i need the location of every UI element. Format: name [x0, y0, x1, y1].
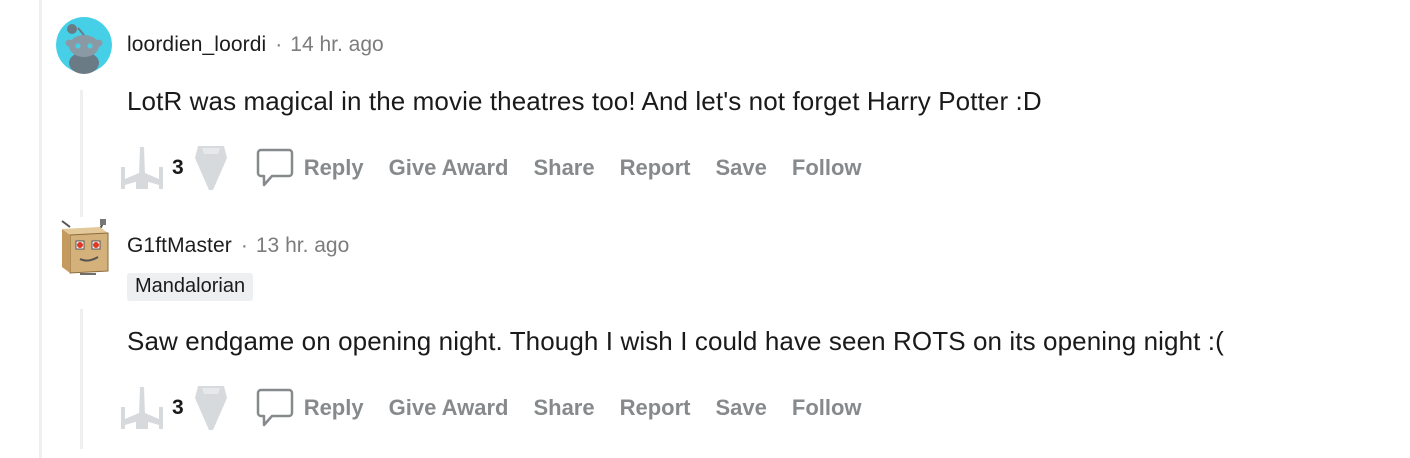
comment-bubble-icon[interactable] [256, 148, 294, 188]
upvote-icon[interactable] [120, 385, 164, 431]
reply-button[interactable]: Reply [304, 155, 364, 181]
box-robot-avatar-icon [61, 219, 109, 275]
give-award-button[interactable]: Give Award [389, 395, 509, 421]
downvote-icon[interactable] [194, 384, 228, 432]
report-button[interactable]: Report [620, 395, 691, 421]
timestamp[interactable]: 14 hr. ago [290, 33, 383, 57]
timestamp[interactable]: 13 hr. ago [256, 234, 349, 258]
comment-bubble-icon[interactable] [256, 388, 294, 428]
thread-line[interactable] [39, 0, 42, 458]
user-flair: Mandalorian [127, 273, 254, 301]
follow-button[interactable]: Follow [792, 395, 862, 421]
report-button[interactable]: Report [620, 155, 691, 181]
comment-indent-line[interactable] [80, 90, 83, 217]
avatar[interactable] [56, 217, 112, 275]
comment-indent-line[interactable] [80, 309, 83, 449]
separator-dot: · [240, 234, 248, 257]
save-button[interactable]: Save [716, 155, 767, 181]
comment-actions: 3 Reply Give Award Share Report Save Fol… [120, 143, 887, 193]
downvote-icon[interactable] [194, 144, 228, 192]
upvote-icon[interactable] [120, 145, 164, 191]
reply-button[interactable]: Reply [304, 395, 364, 421]
share-button[interactable]: Share [533, 395, 594, 421]
avatar[interactable] [56, 16, 112, 74]
share-button[interactable]: Share [533, 155, 594, 181]
username[interactable]: G1ftMaster [127, 234, 232, 258]
comment-header: loordien_loordi · 14 hr. ago [127, 33, 384, 57]
comment-header: G1ftMaster · 13 hr. ago [127, 234, 349, 258]
follow-button[interactable]: Follow [792, 155, 862, 181]
give-award-button[interactable]: Give Award [389, 155, 509, 181]
username[interactable]: loordien_loordi [127, 33, 266, 57]
separator-dot: · [275, 33, 283, 56]
comment-body: Saw endgame on opening night. Though I w… [127, 326, 1224, 356]
save-button[interactable]: Save [716, 395, 767, 421]
snoo-avatar-icon [56, 17, 112, 74]
comment-body: LotR was magical in the movie theatres t… [127, 86, 1042, 116]
comment-actions: 3 Reply Give Award Share Report Save Fol… [120, 383, 887, 433]
vote-score: 3 [172, 396, 184, 419]
vote-score: 3 [172, 156, 184, 179]
